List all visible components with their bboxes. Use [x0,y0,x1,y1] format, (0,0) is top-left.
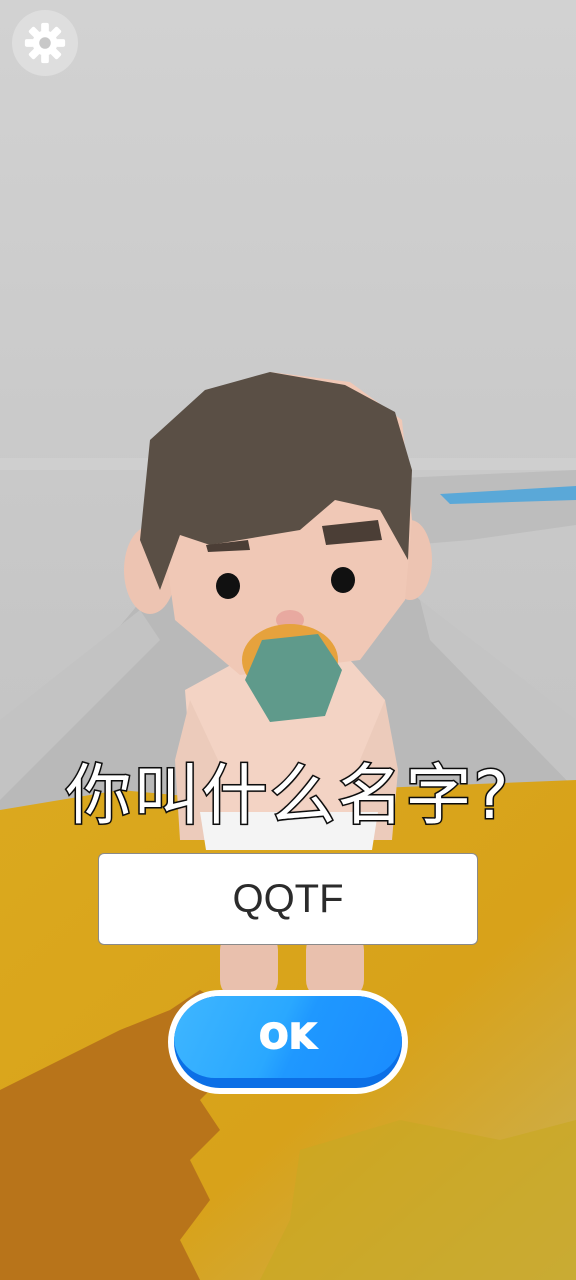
ok-button-label: OK [258,1016,317,1058]
ok-button-face: OK [174,996,402,1078]
gear-icon [24,22,66,64]
ok-button-base: OK [174,996,402,1088]
name-input[interactable] [98,853,478,945]
settings-button[interactable] [12,10,78,76]
game-scene: 你叫什么名字? OK [0,0,576,1280]
name-question-title: 你叫什么名字? [64,756,511,836]
baby-right-eye [331,567,355,593]
ok-button[interactable]: OK [168,990,408,1094]
baby-left-eye [216,573,240,599]
